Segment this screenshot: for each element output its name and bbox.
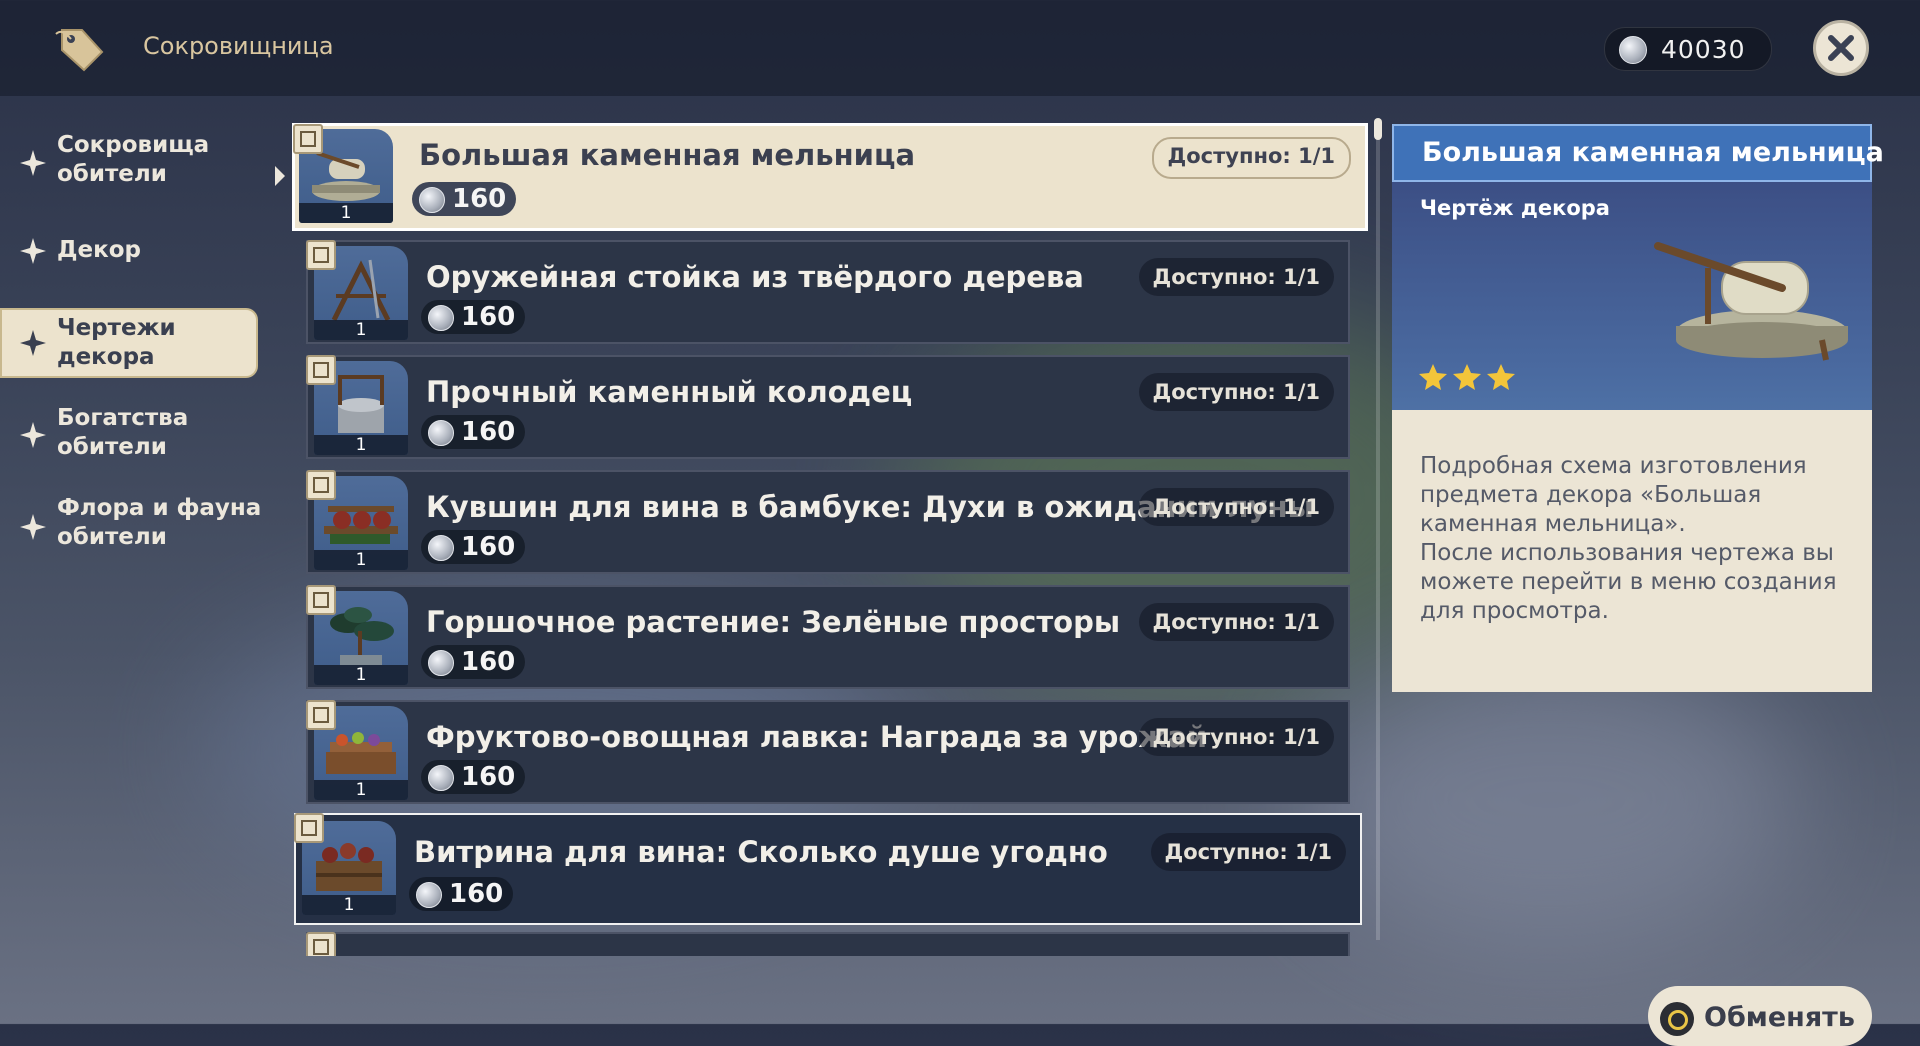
star-icon (1487, 364, 1515, 390)
sparkle-icon (20, 330, 46, 356)
blueprint-badge-icon (306, 700, 336, 730)
availability-badge: Доступно: 1/1 (1138, 373, 1334, 411)
confirm-circle-icon (1660, 1002, 1694, 1036)
blueprint-badge-icon (306, 932, 336, 956)
item-name: Витрина для вина: Сколько душе угодно (414, 835, 1108, 869)
list-item[interactable]: 1 Кувшин для вина в бамбуке: Духи в ожид… (306, 470, 1350, 574)
blueprint-badge-icon (294, 813, 324, 843)
exchange-button[interactable]: Обменять (1648, 986, 1872, 1046)
item-count: 1 (343, 895, 355, 915)
scrollbar-track[interactable] (1376, 124, 1380, 940)
item-price: 160 (412, 182, 516, 216)
coin-icon (428, 765, 454, 791)
availability-badge: Доступно: 1/1 (1138, 718, 1334, 756)
availability-badge: Доступно: 1/1 (1151, 137, 1351, 179)
exchange-label: Обменять (1704, 1002, 1855, 1033)
blueprint-badge-icon (306, 240, 336, 270)
page-title: Сокровищница (143, 32, 334, 60)
sidebar-item-blueprints[interactable]: Чертежи декора (0, 308, 262, 378)
star-icon (1453, 364, 1481, 390)
close-icon (1828, 35, 1854, 61)
sidebar-item-flora-fauna[interactable]: Флора и фауна обители (0, 492, 262, 562)
currency-amount: 40030 (1661, 35, 1746, 64)
list-item[interactable]: 1 Фруктово-овощная лавка: Награда за уро… (306, 700, 1350, 804)
blueprint-badge-icon (306, 585, 336, 615)
scrollbar-thumb[interactable] (1374, 118, 1382, 140)
sidebar-item-label: Сокровища обители (57, 132, 210, 187)
coin-icon (416, 882, 442, 908)
sidebar-item-label: Флора и фауна обители (57, 495, 262, 550)
price-value: 160 (449, 879, 504, 909)
background-blur (1300, 650, 1800, 950)
item-count: 1 (340, 203, 352, 223)
detail-body: Подробная схема изготовления предмета де… (1392, 410, 1872, 692)
item-type: Чертёж декора (1420, 196, 1610, 220)
item-count: 1 (355, 550, 367, 570)
blueprint-badge-icon (293, 124, 323, 154)
blueprint-badge-icon (306, 355, 336, 385)
stone-mill-illustration (1654, 242, 1848, 361)
sparkle-icon (20, 150, 46, 176)
price-value: 160 (461, 532, 516, 562)
item-price: 160 (409, 877, 513, 911)
list-item[interactable]: 1 Оружейная стойка из твёрдого дерева 16… (306, 240, 1350, 344)
close-button[interactable] (1813, 20, 1869, 76)
star-icon (1419, 364, 1447, 390)
item-count: 1 (355, 320, 367, 340)
list-item[interactable]: 1 Витрина для вина: Сколько душе угодно … (294, 813, 1362, 925)
item-name: Большая каменная мельница (419, 138, 916, 172)
coin-icon (428, 420, 454, 446)
blueprint-badge-icon (306, 470, 336, 500)
price-tag-icon (55, 29, 104, 72)
item-count: 1 (355, 665, 367, 685)
list-item[interactable]: 1 Большая каменная мельница 160 Доступно… (292, 123, 1368, 231)
sparkle-icon (20, 514, 46, 540)
detail-header: Большая каменная мельница (1392, 124, 1884, 182)
item-name: Оружейная стойка из твёрдого дерева (426, 260, 1084, 294)
item-list[interactable]: 1 Большая каменная мельница 160 Доступно… (290, 120, 1370, 956)
chevron-right-icon (275, 166, 285, 186)
sparkle-icon (20, 422, 46, 448)
sidebar-item-decor[interactable]: Декор (0, 218, 262, 288)
sidebar-item-riches[interactable]: Богатства обители (0, 400, 262, 470)
price-value: 160 (461, 417, 516, 447)
item-price: 160 (421, 645, 525, 679)
price-value: 160 (452, 184, 507, 214)
sidebar-item-label: Богатства обители (57, 405, 189, 460)
coin-icon (428, 650, 454, 676)
item-price: 160 (421, 760, 525, 794)
availability-badge: Доступно: 1/1 (1138, 488, 1334, 526)
sidebar-item-label: Декор (57, 237, 141, 263)
list-item[interactable]: 1 Горшочное растение: Зелёные просторы 1… (306, 585, 1350, 689)
item-name: Прочный каменный колодец (426, 375, 913, 409)
item-price: 160 (421, 530, 525, 564)
item-count: 1 (355, 435, 367, 455)
list-item[interactable]: 1 Прочный каменный колодец 160 Доступно:… (306, 355, 1350, 459)
list-item[interactable] (306, 932, 1350, 956)
availability-badge: Доступно: 1/1 (1150, 833, 1346, 871)
sidebar-item-label: Чертежи декора (57, 315, 176, 370)
item-name: Горшочное растение: Зелёные просторы (426, 605, 1121, 639)
item-price: 160 (421, 300, 525, 334)
coin-icon (1619, 36, 1647, 64)
item-description: Подробная схема изготовления предмета де… (1420, 453, 1837, 624)
availability-badge: Доступно: 1/1 (1138, 603, 1334, 641)
sparkle-icon (20, 238, 46, 264)
item-detail-panel: Большая каменная мельница Чертёж декора … (1392, 124, 1884, 692)
coin-icon (428, 535, 454, 561)
price-value: 160 (461, 647, 516, 677)
availability-badge: Доступно: 1/1 (1138, 258, 1334, 296)
detail-title: Большая каменная мельница (1422, 137, 1884, 168)
coin-icon (428, 305, 454, 331)
coin-icon (419, 187, 445, 213)
currency-display: 40030 (1604, 27, 1772, 71)
price-value: 160 (461, 302, 516, 332)
star-rating (1418, 362, 1520, 396)
item-name: Фруктово-овощная лавка: Награда за урожа… (426, 720, 1208, 754)
price-value: 160 (461, 762, 516, 792)
top-bar: Сокровищница 40030 (0, 0, 1920, 96)
item-count: 1 (355, 780, 367, 800)
item-price: 160 (421, 415, 525, 449)
sidebar-item-treasures[interactable]: Сокровища обители (0, 128, 262, 198)
